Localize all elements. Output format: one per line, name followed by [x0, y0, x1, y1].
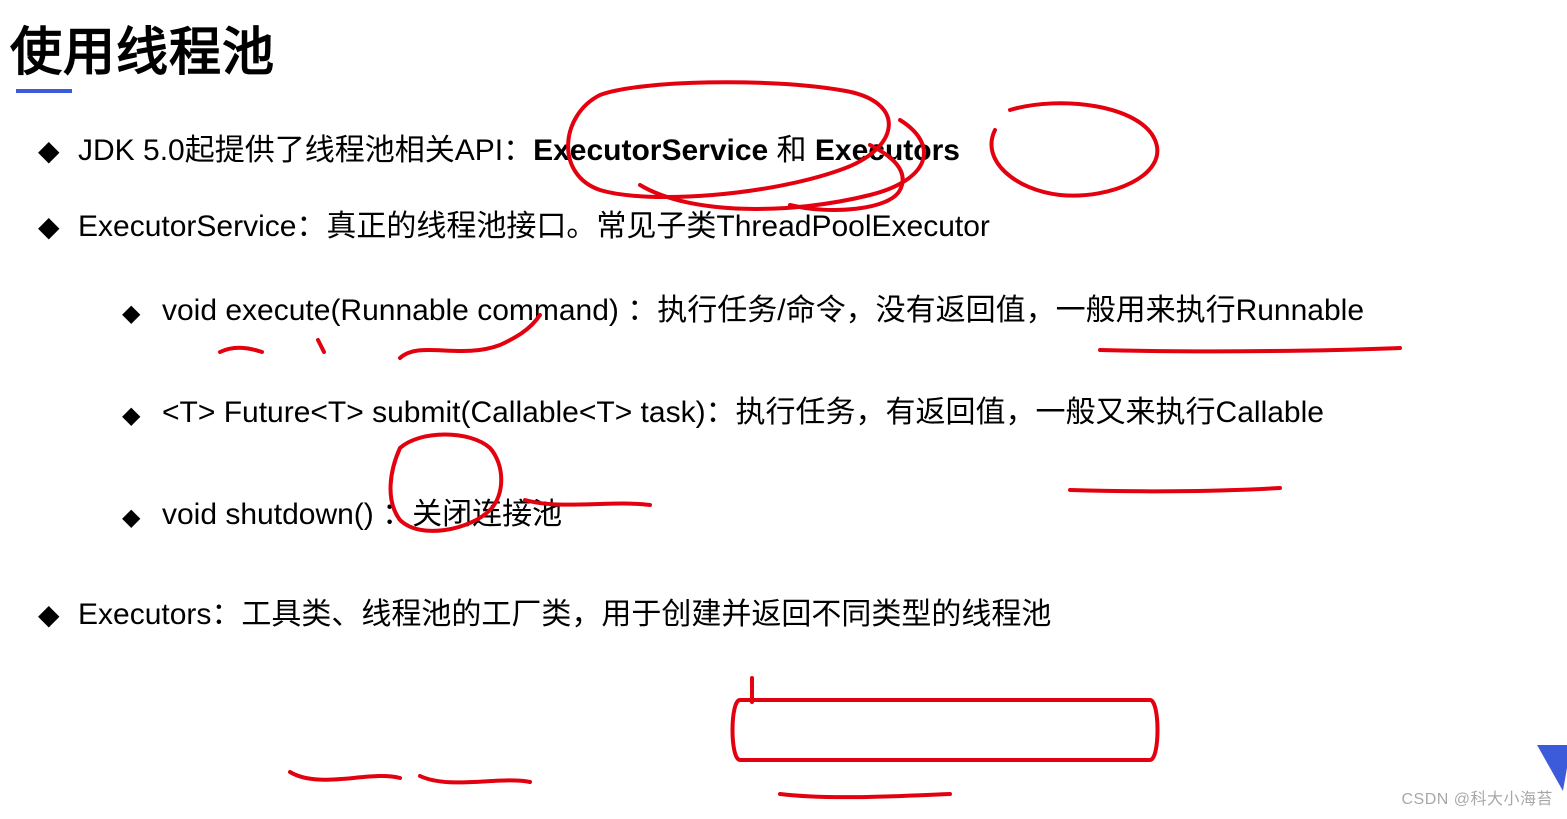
bullet-2-sub3: void shutdown() ：关闭连接池: [122, 479, 1557, 551]
bullet-1-pre: JDK 5.0起提供了线程池相关API：: [78, 134, 533, 167]
bullet-1: JDK 5.0起提供了线程池相关API：ExecutorService 和 Ex…: [38, 127, 1557, 175]
watermark: CSDN @科大小海苔: [1401, 785, 1553, 809]
bullet-1-bold-executorservice: ExecutorService: [533, 134, 768, 167]
bullet-1-mid: 和: [768, 134, 815, 167]
bullet-2: ExecutorService：真正的线程池接口。常见子类ThreadPoolE…: [38, 203, 1557, 551]
title-underline: [16, 89, 72, 93]
bullet-3: Executors：工具类、线程池的工厂类，用于创建并返回不同类型的线程池: [38, 591, 1557, 639]
bullet-1-bold-executors: Executors: [815, 134, 960, 167]
content-area: JDK 5.0起提供了线程池相关API：ExecutorService 和 Ex…: [10, 127, 1557, 639]
bullet-2-sub1: void execute(Runnable command) ：执行任务/命令，…: [122, 275, 1557, 347]
slide-title: 使用线程池: [10, 10, 1557, 85]
slide: 使用线程池 JDK 5.0起提供了线程池相关API：ExecutorServic…: [0, 0, 1567, 819]
bullet-list-level1: JDK 5.0起提供了线程池相关API：ExecutorService 和 Ex…: [10, 127, 1557, 639]
bullet-list-level2: void execute(Runnable command) ：执行任务/命令，…: [78, 275, 1557, 551]
bullet-2-text: ExecutorService：真正的线程池接口。常见子类ThreadPoolE…: [78, 210, 990, 243]
bullet-2-sub2: <T> Future<T> submit(Callable<T> task)：执…: [122, 377, 1557, 449]
